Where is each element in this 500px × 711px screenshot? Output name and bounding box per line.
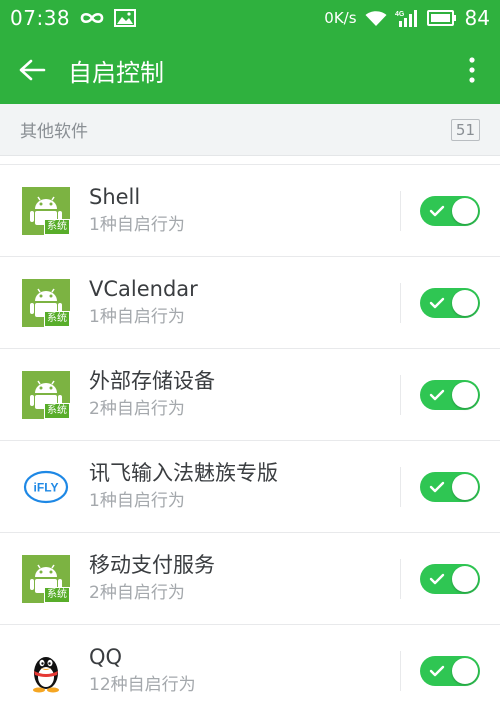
svg-text:4G: 4G — [395, 11, 405, 18]
autostart-toggle[interactable] — [420, 472, 480, 502]
app-subtitle: 12种自启行为 — [89, 675, 196, 695]
check-icon — [429, 204, 445, 218]
image-icon — [114, 9, 137, 27]
wifi-icon — [365, 10, 387, 27]
app-name: VCalendar — [89, 277, 198, 301]
app-subtitle: 2种自启行为 — [89, 399, 185, 419]
count-badge: 51 — [450, 118, 480, 141]
4g-signal-icon: 4G — [395, 9, 419, 27]
toggle-knob — [452, 474, 478, 500]
app-subtitle: 1种自启行为 — [89, 307, 185, 327]
divider — [400, 375, 401, 415]
check-icon — [429, 664, 445, 678]
app-text: 移动支付服务 2种自启行为 — [89, 551, 215, 605]
list-item[interactable]: 系统 外部存储设备 2种自启行为 — [0, 348, 500, 440]
app-name: 讯飞输入法魅族专版 — [89, 461, 278, 485]
ifly-icon: iFLY — [22, 463, 70, 511]
app-text: 讯飞输入法魅族专版 1种自启行为 — [89, 459, 278, 513]
more-vertical-icon — [468, 56, 476, 84]
autostart-toggle[interactable] — [420, 656, 480, 686]
section-header: 其他软件 51 — [0, 104, 500, 156]
qq-penguin-icon — [22, 647, 70, 695]
infinity-icon — [78, 10, 106, 26]
list-item[interactable]: iFLY 讯飞输入法魅族专版 1种自启行为 — [0, 440, 500, 532]
toggle-knob — [452, 658, 478, 684]
list-item[interactable]: 系统 VCalendar 1种自启行为 — [0, 256, 500, 348]
toggle-knob — [452, 566, 478, 592]
status-right: 0K/s 4G 84 — [324, 6, 490, 30]
toggle-knob — [452, 198, 478, 224]
toggle-knob — [452, 290, 478, 316]
page-title: 自启控制 — [68, 58, 164, 87]
android-icon: 系统 — [22, 187, 70, 235]
system-tag: 系统 — [44, 403, 70, 419]
check-icon — [429, 480, 445, 494]
app-text: QQ 12种自启行为 — [89, 643, 196, 697]
toggle-knob — [452, 382, 478, 408]
list-item[interactable]: QQ 12种自启行为 — [0, 624, 500, 711]
autostart-toggle[interactable] — [420, 196, 480, 226]
battery-icon — [426, 10, 457, 26]
autostart-toggle[interactable] — [420, 564, 480, 594]
check-icon — [429, 388, 445, 402]
divider — [400, 559, 401, 599]
android-icon: 系统 — [22, 279, 70, 327]
system-tag: 系统 — [44, 219, 70, 235]
divider — [400, 283, 401, 323]
system-tag: 系统 — [44, 587, 70, 603]
list-item[interactable]: 系统 移动支付服务 2种自启行为 — [0, 532, 500, 624]
divider — [400, 467, 401, 507]
divider — [400, 651, 401, 691]
status-bar: 07:38 0K/s 4G 84 — [0, 0, 500, 36]
app-subtitle: 2种自启行为 — [89, 583, 185, 603]
autostart-toggle[interactable] — [420, 380, 480, 410]
status-time: 07:38 — [10, 6, 71, 30]
back-button[interactable] — [0, 36, 64, 104]
app-text: VCalendar 1种自启行为 — [89, 275, 198, 329]
app-list: 系统 Shell 1种自启行为 系统 VCalendar 1种自启行为 系统 外… — [0, 164, 500, 711]
network-speed: 0K/s — [324, 9, 357, 27]
status-left: 07:38 — [10, 6, 137, 30]
check-icon — [429, 572, 445, 586]
system-tag: 系统 — [44, 311, 70, 327]
list-item[interactable]: 系统 Shell 1种自启行为 — [0, 164, 500, 256]
app-name: QQ — [89, 645, 123, 669]
ifly-logo-text: iFLY — [34, 481, 59, 495]
app-text: 外部存储设备 2种自启行为 — [89, 367, 215, 421]
app-subtitle: 1种自启行为 — [89, 215, 185, 235]
more-options-button[interactable] — [444, 36, 500, 104]
app-text: Shell 1种自启行为 — [89, 183, 185, 237]
app-name: 外部存储设备 — [89, 369, 215, 393]
autostart-toggle[interactable] — [420, 288, 480, 318]
section-title: 其他软件 — [20, 122, 88, 142]
android-icon: 系统 — [22, 371, 70, 419]
android-icon: 系统 — [22, 555, 70, 603]
check-icon — [429, 296, 445, 310]
divider — [400, 191, 401, 231]
app-subtitle: 1种自启行为 — [89, 491, 185, 511]
app-bar: 自启控制 — [0, 36, 500, 104]
app-name: 移动支付服务 — [89, 553, 215, 577]
app-name: Shell — [89, 185, 141, 209]
battery-level: 84 — [464, 6, 490, 30]
back-arrow-icon — [18, 58, 46, 82]
